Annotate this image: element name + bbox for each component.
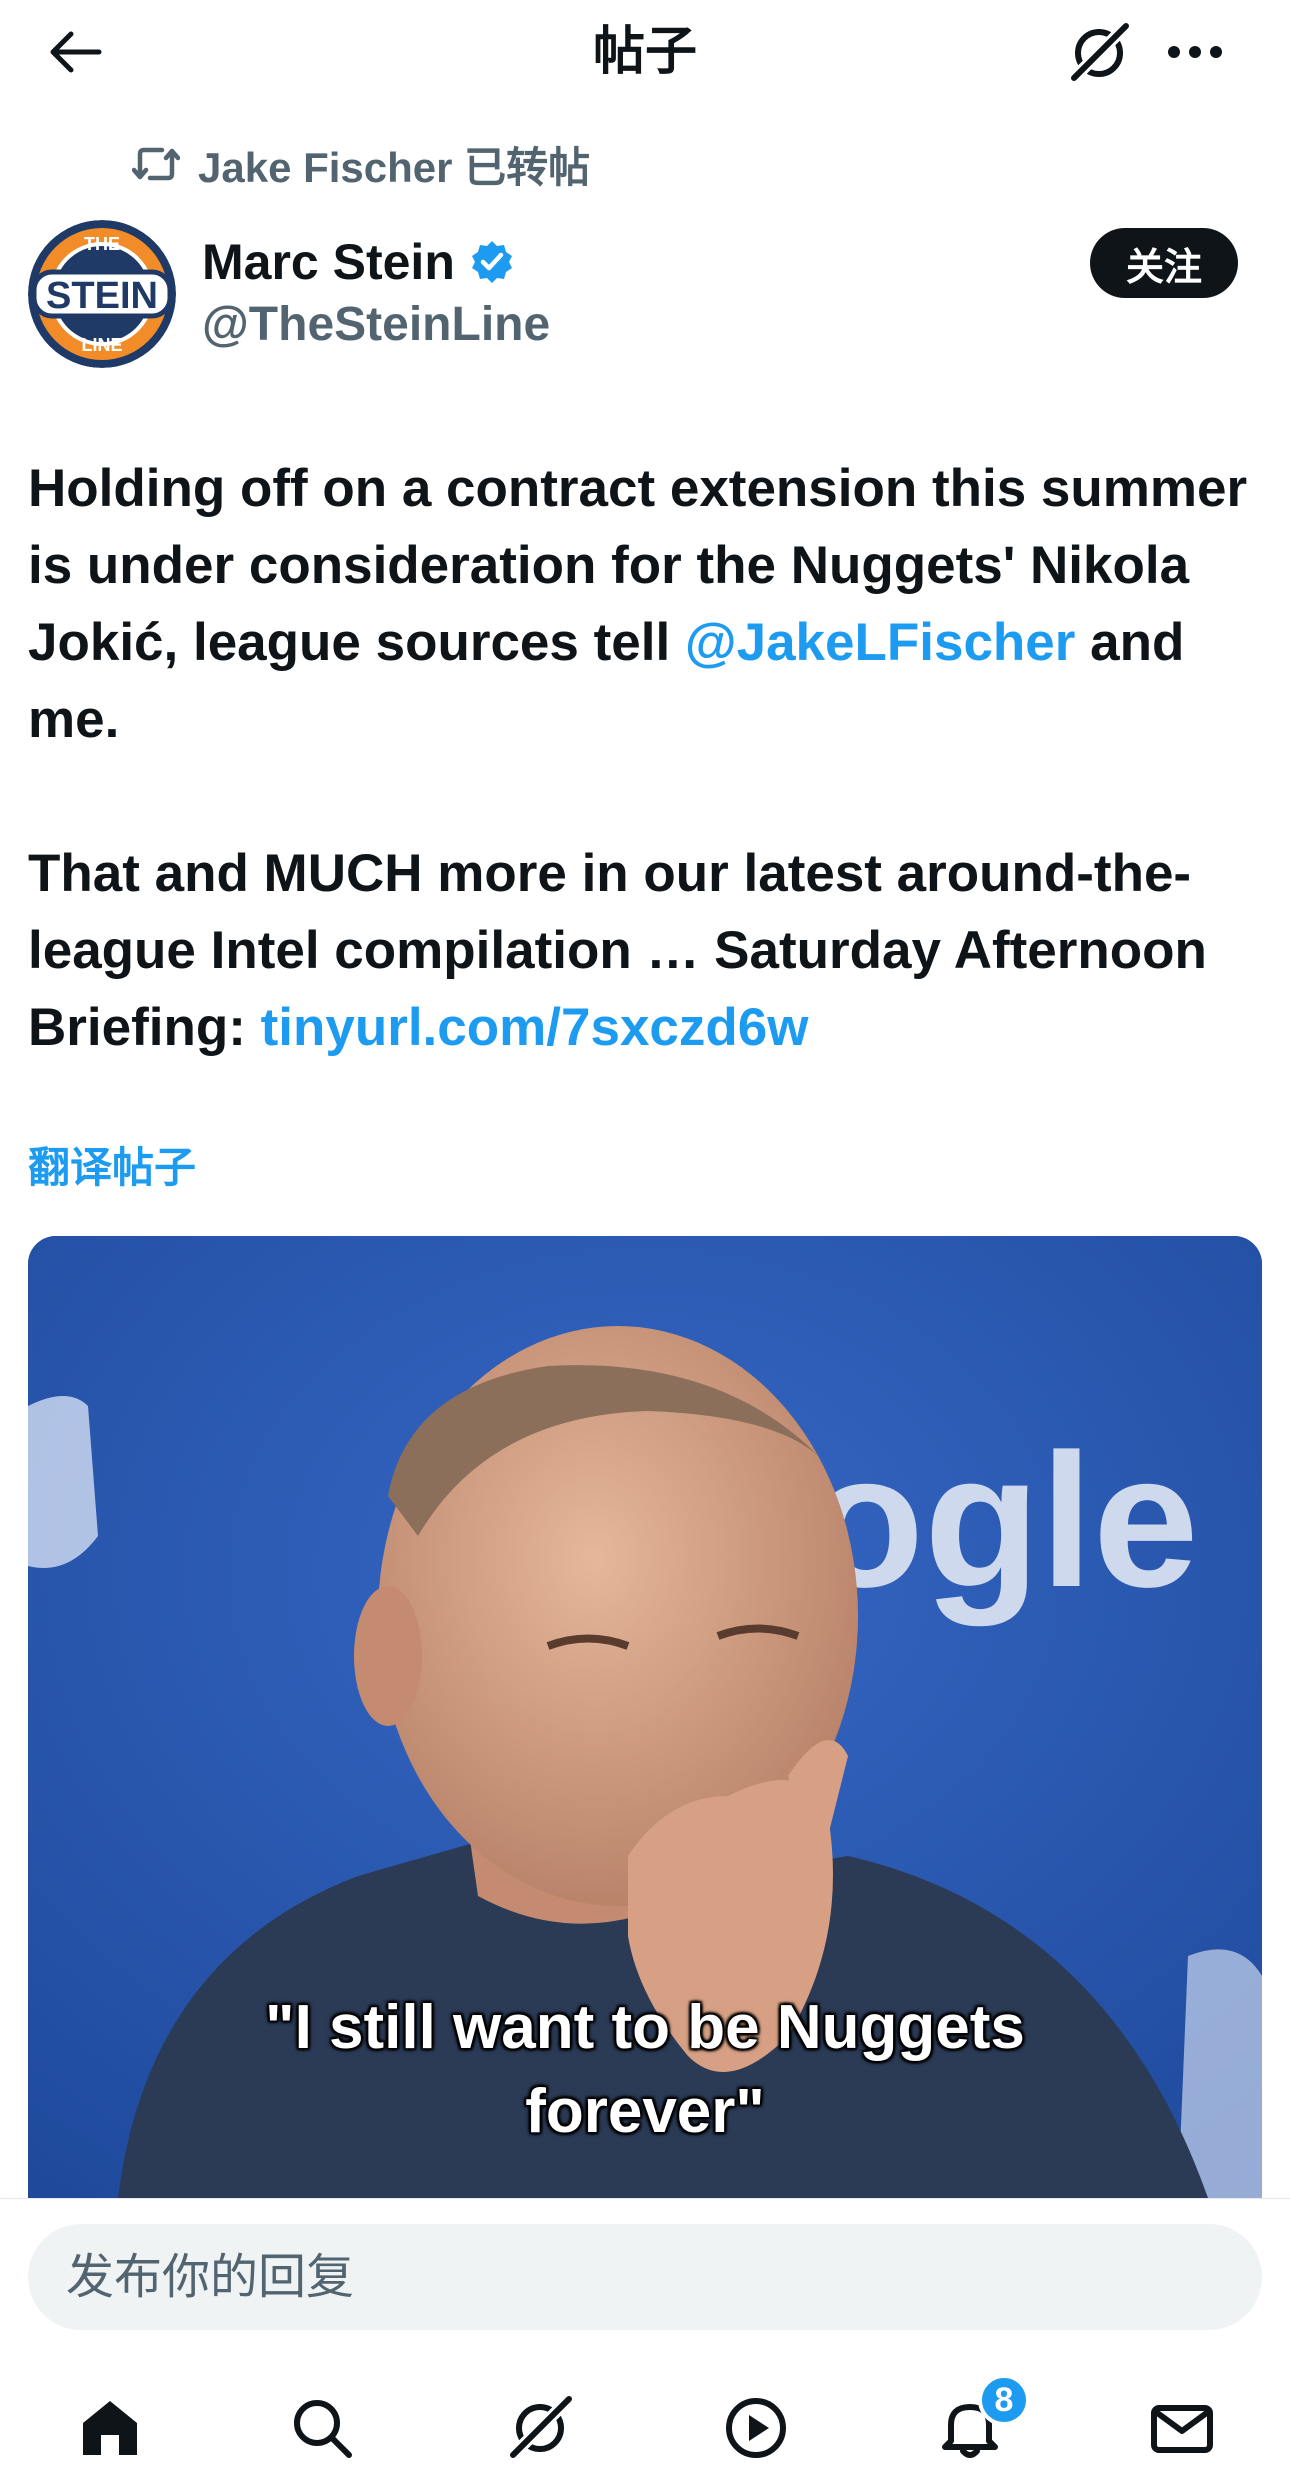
avatar-text-bottom: LINE: [81, 335, 122, 355]
tweet-paragraph-2: That and MUCH more in our latest around-…: [28, 835, 1248, 1066]
more-horizontal-icon: [1168, 46, 1222, 58]
reply-input[interactable]: [28, 2224, 1262, 2330]
tweet-text: Holding off on a contract extension this…: [28, 450, 1248, 1066]
caption-line-2: forever": [525, 2077, 765, 2146]
grok-icon: [507, 2395, 573, 2461]
nav-grok[interactable]: [490, 2378, 590, 2478]
backdrop-text: ogle: [808, 1415, 1199, 1627]
bottom-nav: 8: [0, 2356, 1290, 2480]
avatar-logo: THE STEIN LINE: [28, 220, 176, 368]
grok-button[interactable]: [1062, 20, 1136, 86]
home-icon: [83, 2401, 137, 2455]
nav-notifications[interactable]: 8: [920, 2374, 1030, 2478]
repost-label: Jake Fischer 已转帖: [198, 143, 591, 191]
nav-video[interactable]: [706, 2378, 806, 2478]
tweet-paragraph-1: Holding off on a contract extension this…: [28, 450, 1248, 758]
nav-home[interactable]: [60, 2378, 160, 2478]
repost-icon: [132, 147, 180, 181]
verified-badge-icon: [469, 239, 515, 285]
repost-indicator[interactable]: Jake Fischer 已转帖: [132, 138, 590, 191]
video-play-icon: [726, 2398, 786, 2458]
external-link[interactable]: tinyurl.com/7sxczd6w: [261, 998, 809, 1057]
notification-count-badge: 8: [978, 2374, 1030, 2426]
author-name-text: Marc Stein: [202, 234, 455, 290]
search-icon: [294, 2400, 352, 2458]
more-button[interactable]: [1160, 24, 1230, 80]
video-caption: "I still want to be Nuggets forever": [28, 1986, 1262, 2154]
top-bar: 帖子: [0, 0, 1290, 110]
messages-icon: [1151, 2405, 1213, 2453]
follow-button[interactable]: 关注: [1090, 228, 1238, 298]
translate-post-link[interactable]: 翻译帖子: [28, 1140, 196, 1196]
avatar-text-main: STEIN: [46, 275, 158, 317]
tweet-video[interactable]: ogle "I still want to be Nuggets forever…: [28, 1236, 1262, 2198]
nav-messages[interactable]: [1132, 2378, 1232, 2478]
grok-icon: [1068, 22, 1130, 84]
author-name[interactable]: Marc Stein: [202, 232, 515, 292]
avatar[interactable]: THE STEIN LINE: [28, 220, 176, 368]
nav-search[interactable]: [272, 2378, 372, 2478]
mention-link[interactable]: @JakeLFischer: [685, 613, 1076, 672]
caption-line-1: "I still want to be Nuggets: [265, 1993, 1025, 2062]
author-handle[interactable]: @TheSteinLine: [202, 296, 550, 354]
avatar-text-top: THE: [84, 234, 120, 254]
